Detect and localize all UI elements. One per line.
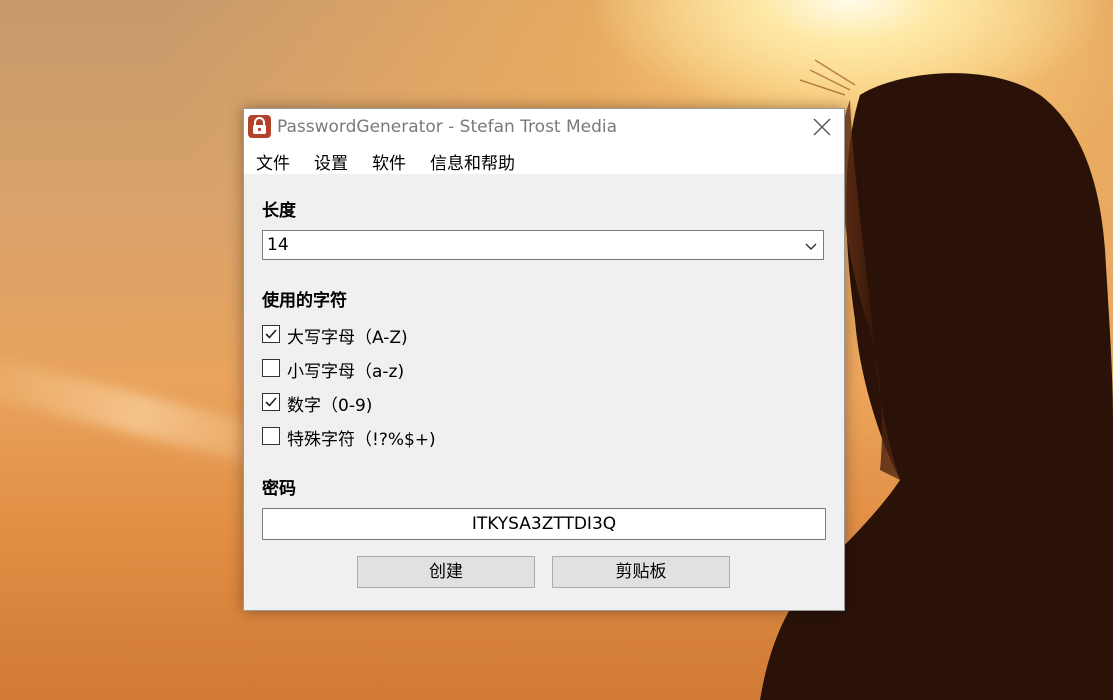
lowercase-label: 小写字母（a-z) xyxy=(287,362,405,382)
special-label: 特殊字符（!?%$+) xyxy=(287,430,436,450)
create-button[interactable]: 创建 xyxy=(357,556,535,588)
length-value: 14 xyxy=(267,235,289,255)
menu-info-help[interactable]: 信息和帮助 xyxy=(430,149,515,174)
digits-checkbox[interactable] xyxy=(262,393,280,411)
length-label: 长度 xyxy=(262,201,296,221)
lock-icon xyxy=(248,115,271,138)
uppercase-checkbox[interactable] xyxy=(262,325,280,343)
password-field[interactable]: ITKYSA3ZTTDI3Q xyxy=(262,508,826,540)
password-label: 密码 xyxy=(262,479,296,499)
checkmark-icon xyxy=(265,397,277,407)
length-select[interactable]: 14 xyxy=(262,230,824,260)
close-icon xyxy=(813,118,831,136)
menu-settings[interactable]: 设置 xyxy=(314,149,348,174)
password-generator-window: PasswordGenerator - Stefan Trost Media 文… xyxy=(243,108,845,611)
close-button[interactable] xyxy=(800,109,844,145)
checkmark-icon xyxy=(265,329,277,339)
uppercase-label: 大写字母（A-Z) xyxy=(287,328,408,348)
digits-label: 数字（0-9) xyxy=(287,396,373,416)
menu-bar: 文件 设置 软件 信息和帮助 xyxy=(244,145,844,174)
menu-software[interactable]: 软件 xyxy=(372,149,406,174)
title-bar[interactable]: PasswordGenerator - Stefan Trost Media xyxy=(244,109,844,145)
clipboard-button[interactable]: 剪贴板 xyxy=(552,556,730,588)
chevron-down-icon xyxy=(805,243,817,250)
window-title: PasswordGenerator - Stefan Trost Media xyxy=(277,117,618,137)
lowercase-checkbox[interactable] xyxy=(262,359,280,377)
characters-label: 使用的字符 xyxy=(262,291,347,311)
special-checkbox[interactable] xyxy=(262,427,280,445)
menu-file[interactable]: 文件 xyxy=(256,149,290,174)
